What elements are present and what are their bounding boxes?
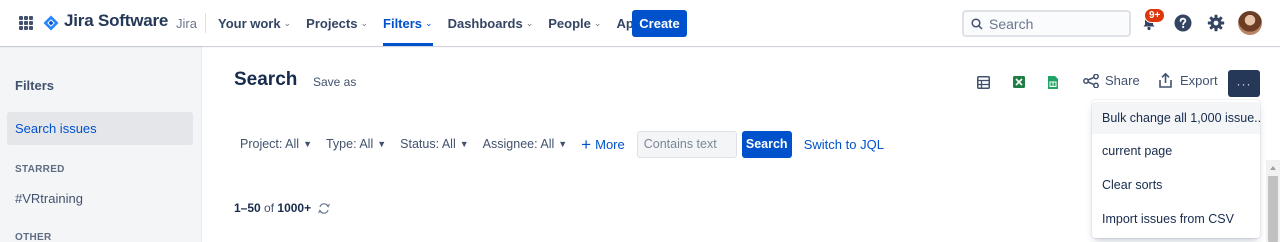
jira-diamond-icon[interactable] bbox=[43, 15, 59, 31]
top-navigation: Jira Software Jira Your work ⌄ Projects ⌄ … bbox=[0, 0, 1280, 46]
list-view-button[interactable] bbox=[975, 74, 991, 90]
more-actions-button[interactable]: ··· bbox=[1228, 70, 1260, 97]
filter-status-label: Status: All bbox=[400, 137, 456, 151]
nav-filters-label: Filters bbox=[383, 15, 423, 31]
chevron-down-icon: ⌄ bbox=[283, 17, 292, 28]
sidebar-item-vrtraining[interactable]: #VRtraining bbox=[15, 191, 83, 206]
chevron-down-icon: ⌄ bbox=[425, 17, 433, 28]
export-button[interactable]: Export bbox=[1159, 73, 1218, 88]
more-filters-label: More bbox=[595, 136, 625, 152]
results-of: of bbox=[264, 201, 275, 215]
save-as-button[interactable]: Save as bbox=[313, 75, 356, 89]
help-icon bbox=[1174, 14, 1192, 32]
chevron-down-icon: ▼ bbox=[459, 139, 469, 149]
menu-item-import-csv[interactable]: Import issues from CSV bbox=[1092, 202, 1260, 236]
scroll-up-arrow-icon[interactable] bbox=[1270, 166, 1276, 170]
filter-assignee[interactable]: Assignee: All ▼ bbox=[483, 137, 568, 151]
menu-item-current-page[interactable]: current page bbox=[1092, 134, 1260, 168]
more-filters-button[interactable]: + More bbox=[581, 136, 625, 153]
sidebar-heading-starred: STARRED bbox=[15, 164, 65, 175]
sidebar-heading-other: OTHER bbox=[15, 232, 52, 242]
results-count: 1–50 of 1000+ bbox=[234, 201, 331, 215]
filter-assignee-label: Assignee: All bbox=[482, 137, 555, 151]
page-scrollbar[interactable] bbox=[1266, 160, 1280, 242]
notification-badge: 9+ bbox=[1144, 8, 1166, 23]
nav-filters[interactable]: Filters ⌄ bbox=[383, 0, 433, 46]
nav-dashboards[interactable]: Dashboards ⌄ bbox=[448, 0, 534, 46]
filter-bar: Project: All ▼ Type: All ▼ Status: All ▼ As… bbox=[240, 130, 884, 158]
refresh-button[interactable] bbox=[318, 202, 331, 214]
plus-icon: + bbox=[581, 134, 592, 154]
nav-your-work-label: Your work bbox=[218, 15, 281, 31]
filter-project[interactable]: Project: All ▼ bbox=[240, 137, 312, 151]
create-button[interactable]: Create bbox=[632, 10, 687, 37]
nav-people[interactable]: People ⌄ bbox=[548, 0, 601, 46]
nav-dashboards-label: Dashboards bbox=[447, 15, 523, 31]
scrollbar-thumb[interactable] bbox=[1268, 176, 1278, 242]
export-excel-button[interactable] bbox=[1011, 74, 1027, 90]
export-sheets-button[interactable] bbox=[1045, 74, 1061, 90]
export-icon bbox=[1159, 73, 1172, 88]
global-search[interactable] bbox=[962, 10, 1131, 37]
nav-projects[interactable]: Projects ⌄ bbox=[306, 0, 368, 46]
page-title: Search bbox=[234, 69, 298, 90]
results-range: 1–50 bbox=[234, 201, 261, 215]
app-switcher-icon[interactable] bbox=[19, 16, 33, 30]
menu-item-bulk-change[interactable]: Bulk change all 1,000 issue... bbox=[1092, 102, 1260, 134]
sidebar: Filters Search issues STARRED #VRtrainin… bbox=[0, 46, 202, 242]
refresh-icon bbox=[318, 202, 331, 214]
chevron-down-icon: ▼ bbox=[377, 139, 387, 149]
results-total: 1000+ bbox=[277, 201, 312, 215]
chevron-down-icon: ⌄ bbox=[593, 17, 602, 28]
chevron-down-icon: ▼ bbox=[303, 139, 312, 149]
nav-people-label: People bbox=[548, 15, 591, 31]
google-sheets-icon bbox=[1048, 75, 1058, 89]
filter-status[interactable]: Status: All ▼ bbox=[400, 137, 469, 151]
contains-text-input[interactable] bbox=[636, 130, 737, 158]
share-button[interactable]: Share bbox=[1083, 73, 1140, 88]
primary-nav: Your work ⌄ Projects ⌄ Filters ⌄ Dashboards… bbox=[218, 0, 674, 46]
avatar[interactable] bbox=[1238, 11, 1262, 35]
excel-icon bbox=[1013, 76, 1025, 88]
nav-your-work[interactable]: Your work ⌄ bbox=[218, 0, 291, 46]
product-sub-label: Jira bbox=[176, 16, 197, 31]
share-label: Share bbox=[1105, 73, 1140, 88]
menu-item-clear-sorts[interactable]: Clear sorts bbox=[1092, 168, 1260, 202]
gear-icon bbox=[1207, 14, 1225, 32]
nav-divider bbox=[205, 13, 206, 33]
more-actions-menu: Bulk change all 1,000 issue... current p… bbox=[1092, 100, 1260, 238]
search-icon bbox=[971, 17, 983, 30]
filter-project-label: Project: All bbox=[240, 137, 300, 151]
sidebar-title: Filters bbox=[15, 78, 55, 93]
filter-type-label: Type: All bbox=[325, 137, 374, 151]
share-icon bbox=[1083, 73, 1099, 88]
switch-to-jql-link[interactable]: Switch to JQL bbox=[804, 137, 884, 152]
help-button[interactable] bbox=[1171, 11, 1195, 35]
search-button[interactable]: Search bbox=[741, 130, 792, 158]
sidebar-item-search-issues[interactable]: Search issues bbox=[7, 112, 193, 145]
chevron-down-icon: ▼ bbox=[558, 139, 568, 149]
nav-projects-label: Projects bbox=[306, 15, 358, 31]
list-view-icon bbox=[976, 75, 990, 89]
chevron-down-icon: ⌄ bbox=[525, 17, 534, 28]
global-search-input[interactable] bbox=[989, 15, 1119, 32]
export-label: Export bbox=[1180, 73, 1218, 88]
chevron-down-icon: ⌄ bbox=[360, 17, 369, 28]
product-name[interactable]: Jira Software bbox=[64, 11, 168, 31]
filter-type[interactable]: Type: All ▼ bbox=[326, 137, 386, 151]
settings-button[interactable] bbox=[1204, 11, 1228, 35]
